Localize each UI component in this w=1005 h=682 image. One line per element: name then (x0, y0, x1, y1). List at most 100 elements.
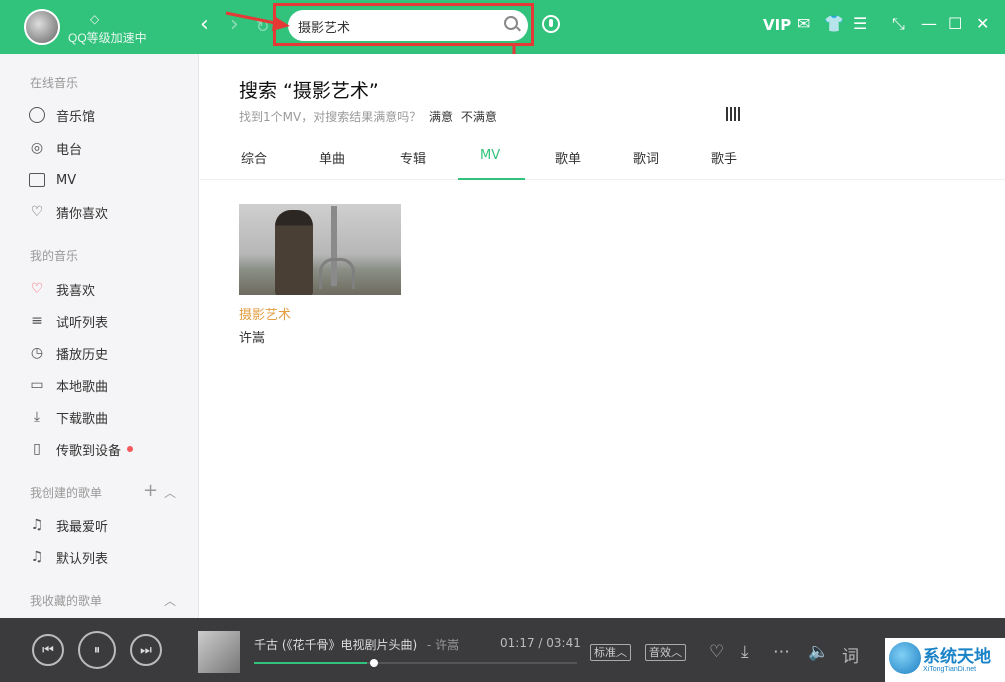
song-title[interactable]: 千古 (《花千骨》电视剧片头曲) (254, 638, 417, 652)
previous-button[interactable]: ⏮ (32, 634, 64, 666)
section-title-online: 在线音乐 (30, 76, 79, 90)
sidebar-item-label: 猜你喜欢 (56, 206, 109, 222)
effect-label: 音效 (649, 646, 671, 659)
watermark-text: 系统天地 (923, 647, 991, 667)
watermark-url: XiTongTianDi.net (923, 666, 977, 673)
mini-mode-icon[interactable]: ⤡ (892, 15, 905, 33)
sidebar-item-trial-list[interactable]: ≡ 试听列表 (28, 310, 108, 332)
section-title-created: 我创建的歌单 (30, 486, 103, 500)
qr-code-icon[interactable] (726, 107, 740, 121)
sidebar-item-label: 默认列表 (56, 551, 109, 567)
collapse-collected-icon[interactable]: ︿ (164, 592, 176, 609)
sidebar-item-device[interactable]: ▯ 传歌到设备 (28, 438, 134, 460)
refresh-button[interactable]: ↻ (256, 16, 269, 38)
maximize-icon[interactable]: ☐ (948, 15, 962, 33)
search-tabs: 综合 单曲 专辑 MV 歌单 歌词 歌手 (200, 140, 1005, 180)
sidebar-item-label: 试听列表 (56, 315, 109, 331)
progress-bar[interactable] (254, 659, 577, 667)
vip-button[interactable]: VIP (763, 16, 791, 34)
sidebar-item-mv[interactable]: MV (28, 169, 76, 191)
note-icon: ♫ (30, 549, 44, 565)
music-hall-icon (28, 106, 46, 124)
listen-recognize-icon[interactable] (542, 15, 560, 33)
active-tab-indicator (458, 178, 525, 180)
play-time: 01:17 / 03:41 (500, 636, 581, 650)
notification-dot (127, 446, 134, 452)
main-content: 搜索 “摄影艺术” 找到1个MV，对搜索结果满意吗？ 满意 不满意 综合 单曲 … (200, 54, 1005, 618)
menu-icon[interactable]: ☰ (853, 15, 867, 33)
annotation-box-search (273, 3, 534, 46)
sidebar-item-history[interactable]: ◷ 播放历史 (28, 342, 108, 364)
result-feedback: 找到1个MV，对搜索结果满意吗？ 满意 不满意 (239, 108, 497, 125)
player-bar: ⏮ ⏸ ⏭ 千古 (《花千骨》电视剧片头曲) - 许嵩 01:17 / 03:4… (0, 618, 1005, 682)
tab-all[interactable]: 综合 (241, 148, 267, 167)
pause-button[interactable]: ⏸ (78, 631, 116, 669)
effect-button[interactable]: 音效︿ (645, 644, 686, 661)
mv-singer-link[interactable]: 许嵩 (239, 327, 265, 346)
sidebar-item-label: 我最爱听 (56, 519, 109, 535)
result-count-text: 找到1个MV，对搜索结果满意吗？ (239, 110, 422, 124)
forward-button[interactable]: › (230, 14, 239, 36)
mv-icon (28, 171, 46, 189)
sidebar-item-label: MV (56, 172, 77, 188)
watermark: 系统天地 XiTongTianDi.net (885, 638, 1005, 682)
like-icon[interactable]: ♡ (709, 642, 724, 662)
next-button[interactable]: ⏭ (130, 634, 162, 666)
tab-singers[interactable]: 歌手 (711, 148, 737, 167)
section-title-collected: 我收藏的歌单 (30, 594, 103, 608)
device-icon: ▯ (33, 441, 41, 457)
download-icon[interactable]: ⤓ (741, 642, 749, 662)
progress-handle[interactable] (370, 659, 378, 667)
back-button[interactable]: ‹ (200, 14, 209, 36)
lyrics-button[interactable]: 词 (842, 642, 859, 667)
song-artist[interactable]: - 许嵩 (427, 638, 459, 652)
progress-fill (254, 662, 368, 664)
sidebar-item-music-hall[interactable]: 音乐馆 (28, 104, 95, 126)
tab-albums[interactable]: 专辑 (400, 148, 426, 167)
sidebar-item-guess[interactable]: ♡ 猜你喜欢 (28, 201, 108, 223)
sidebar-item-label: 音乐馆 (56, 109, 96, 125)
add-playlist-icon[interactable]: + (143, 480, 158, 501)
sidebar-item-radio[interactable]: ◎ 电台 (28, 137, 82, 159)
heart-icon: ♡ (30, 281, 44, 297)
collapse-created-icon[interactable]: ︿ (164, 484, 176, 501)
tab-playlists[interactable]: 歌单 (555, 148, 581, 167)
now-playing: 千古 (《花千骨》电视剧片头曲) - 许嵩 (254, 636, 459, 653)
volume-icon[interactable]: 🔈 (808, 642, 829, 662)
more-icon[interactable]: ⋯ (773, 642, 790, 662)
quality-button[interactable]: 标准︿ (590, 644, 631, 661)
sidebar-item-label: 电台 (56, 142, 83, 158)
sidebar-item-label: 播放历史 (56, 347, 109, 363)
mv-title-link[interactable]: 摄影艺术 (239, 304, 291, 323)
album-cover[interactable] (198, 631, 240, 673)
unsatisfied-link[interactable]: 不满意 (461, 110, 497, 124)
sidebar-item-download[interactable]: ⤓ 下载歌曲 (28, 406, 108, 428)
tab-mv[interactable]: MV (480, 148, 500, 163)
playlist-icon: ≡ (31, 313, 43, 329)
sidebar-item-label: 我喜欢 (56, 283, 96, 299)
sidebar-item-favorites[interactable]: ♡ 我喜欢 (28, 278, 95, 300)
tab-songs[interactable]: 单曲 (319, 148, 345, 167)
history-icon: ◷ (30, 345, 44, 361)
skin-icon[interactable]: 👕 (824, 15, 844, 33)
page-title: 搜索 “摄影艺术” (239, 80, 379, 102)
sidebar-item-local[interactable]: ▭ 本地歌曲 (28, 374, 108, 396)
tab-lyrics[interactable]: 歌词 (633, 148, 659, 167)
eiffel-tower-graphic (319, 206, 355, 289)
avatar[interactable] (24, 9, 60, 45)
sidebar-item-label: 下载歌曲 (56, 411, 109, 427)
quality-label: 标准 (594, 646, 616, 659)
note-icon: ♫ (30, 517, 44, 533)
mail-icon[interactable]: ✉ (797, 15, 810, 33)
mv-thumbnail[interactable] (239, 204, 401, 295)
section-title-my: 我的音乐 (30, 249, 79, 263)
minimize-icon[interactable]: — (921, 15, 937, 33)
user-level[interactable]: QQ等级加速中 (68, 29, 147, 46)
sidebar-item-most-loved[interactable]: ♫ 我最爱听 (28, 514, 108, 536)
person-graphic (275, 210, 313, 295)
diamond-icon[interactable]: ◇ (90, 12, 99, 26)
close-icon[interactable]: ✕ (976, 15, 989, 33)
sidebar-item-label: 传歌到设备 (56, 443, 122, 459)
sidebar-item-default-list[interactable]: ♫ 默认列表 (28, 546, 108, 568)
satisfied-link[interactable]: 满意 (429, 110, 453, 124)
